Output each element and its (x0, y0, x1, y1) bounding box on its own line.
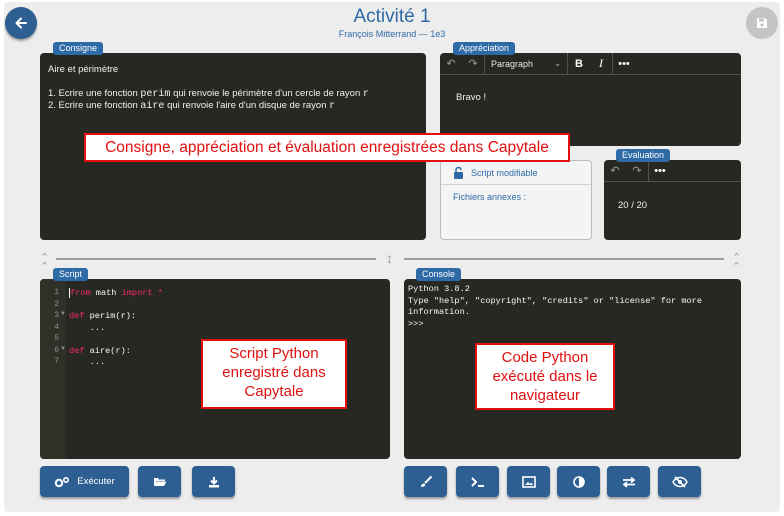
open-file-button[interactable] (138, 466, 181, 497)
splitter-line-left[interactable] (56, 258, 376, 260)
unlock-icon (454, 166, 463, 179)
line-number: 7 (54, 357, 59, 366)
script-status-label: Script modifiable (471, 167, 538, 178)
run-label: Exécuter (77, 476, 115, 487)
consigne-tag: Consigne (53, 42, 104, 55)
resize-vertical-icon[interactable]: ↕ (386, 250, 393, 266)
redo-icon[interactable]: ↷ (462, 57, 484, 70)
hide-toggle-button[interactable] (658, 466, 701, 497)
save-button[interactable] (746, 7, 778, 39)
folder-open-icon (153, 478, 166, 486)
italic-icon[interactable]: I (590, 56, 612, 71)
image-icon (521, 475, 536, 488)
attachments-label: Fichiers annexes : (453, 192, 527, 202)
more-options-icon[interactable]: ••• (649, 165, 671, 177)
line-number: 1 (54, 288, 59, 297)
collapse-left-icon[interactable]: ⌃ ⌃ (40, 253, 49, 273)
contrast-icon (572, 475, 585, 488)
line-number: 3 (54, 311, 59, 320)
chevron-down-icon: ⌄ (554, 59, 561, 68)
image-button[interactable] (507, 466, 550, 497)
code-line: def aire(r): (69, 345, 131, 356)
run-button[interactable]: Exécuter (40, 466, 129, 497)
code-line: ... (69, 357, 106, 367)
eye-slash-icon (671, 475, 688, 488)
line-number: 4 (54, 322, 59, 332)
callout-script: Script Python enregistré dans Capytale (201, 339, 347, 409)
splitter-line-right[interactable] (404, 258, 724, 260)
download-button[interactable] (192, 466, 235, 497)
swap-layout-button[interactable] (607, 466, 650, 497)
undo-icon[interactable]: ↶ (440, 57, 462, 70)
collapse-right-icon[interactable]: ⌃ ⌃ (732, 253, 741, 273)
more-options-icon[interactable]: ••• (613, 58, 635, 70)
appreciation-toolbar: ↶ ↷ Paragraph ⌄ B I ••• (440, 52, 741, 75)
code-line: ... (69, 322, 106, 333)
line-number: 6 (54, 345, 59, 355)
undo-icon[interactable]: ↶ (604, 164, 626, 177)
theme-contrast-button[interactable] (557, 466, 600, 497)
bold-icon[interactable]: B (568, 58, 590, 70)
code-line: def perim(r): (69, 311, 137, 321)
fold-icon[interactable]: ▼ (60, 311, 66, 317)
page-subtitle: François Mitterrand — 1e3 (338, 29, 446, 39)
callout-top: Consigne, appréciation et évaluation enr… (84, 133, 570, 162)
console-output: Python 3.8.2 Type "help", "copyright", "c… (408, 284, 702, 329)
consigne-line-2: 2. Ecrire une fonction aire qui renvoie … (48, 100, 336, 112)
callout-console: Code Python exécuté dans le navigateur (475, 343, 615, 410)
page-title: Activité 1 (353, 6, 431, 27)
download-icon (208, 476, 219, 487)
appreciation-content[interactable]: Bravo ! (456, 92, 486, 103)
evaluation-panel: ↶ ↷ ••• 20 / 20 (604, 159, 741, 240)
consigne-heading: Aire et périmètre (48, 64, 119, 75)
line-number: 5 (54, 334, 59, 343)
script-status-row[interactable]: Script modifiable (441, 161, 591, 185)
appreciation-tag: Appréciation (453, 42, 516, 55)
floppy-disk-icon (757, 18, 767, 28)
console-tag: Console (416, 268, 462, 281)
exchange-icon (622, 476, 635, 488)
redo-icon[interactable]: ↷ (626, 164, 648, 177)
terminal-icon (470, 476, 484, 487)
script-info-box: Script modifiable Fichiers annexes : (440, 160, 592, 240)
terminal-button[interactable] (456, 466, 499, 497)
paragraph-format-select[interactable]: Paragraph ⌄ (485, 53, 567, 75)
script-tag: Script (53, 268, 89, 281)
code-line: from math import * (69, 288, 163, 298)
gears-icon (55, 476, 70, 487)
brush-icon (420, 475, 432, 487)
clear-console-button[interactable] (404, 466, 447, 497)
fold-icon[interactable]: ▼ (60, 346, 66, 352)
evaluation-grade[interactable]: 20 / 20 (618, 200, 647, 211)
line-number: 2 (54, 299, 59, 309)
evaluation-toolbar: ↶ ↷ ••• (604, 159, 741, 182)
evaluation-tag: Evaluation (616, 149, 671, 162)
